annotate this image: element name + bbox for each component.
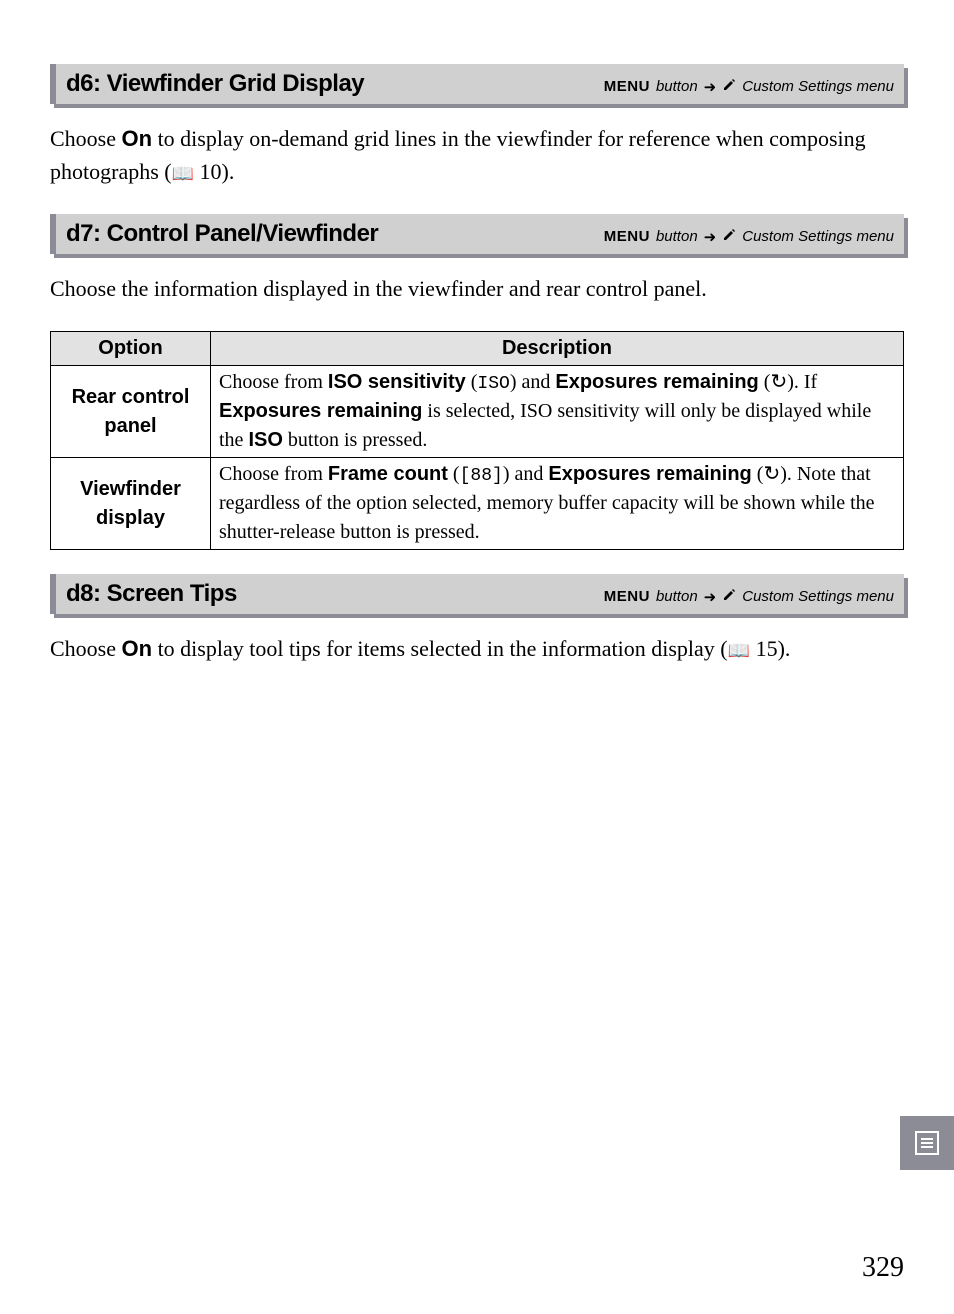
d7-body: Choose the information displayed in the …	[50, 272, 904, 305]
page-number: 329	[862, 1252, 904, 1284]
section-header-d8: d8: Screen Tips MENU button ➜ Custom Set…	[50, 574, 904, 614]
section-title: d8: Screen Tips	[66, 580, 237, 608]
book-icon: 📖	[172, 163, 194, 183]
arrow-icon: ➜	[704, 588, 717, 606]
menu-label: MENU	[604, 588, 650, 605]
section-header-d7: d7: Control Panel/Viewfinder MENU button…	[50, 214, 904, 254]
menu-name: Custom Settings menu	[742, 228, 894, 245]
arrow-icon: ➜	[704, 228, 717, 246]
menu-name: Custom Settings menu	[742, 78, 894, 95]
option-cell: Viewfinder display	[51, 458, 211, 550]
button-word: button	[656, 78, 698, 95]
button-word: button	[656, 588, 698, 605]
col-description: Description	[211, 332, 904, 366]
d8-body: Choose On to display tool tips for items…	[50, 632, 904, 665]
menu-label: MENU	[604, 228, 650, 245]
table-row: Viewfinder display Choose from Frame cou…	[51, 458, 904, 550]
breadcrumb: MENU button ➜ Custom Settings menu	[604, 78, 894, 96]
description-cell: Choose from Frame count ([88]) and Expos…	[211, 458, 904, 550]
side-tab-menu-icon	[900, 1116, 954, 1170]
options-table: Option Description Rear control panel Ch…	[50, 331, 904, 550]
manual-page: d6: Viewfinder Grid Display MENU button …	[0, 0, 954, 1314]
book-icon: 📖	[728, 641, 750, 661]
col-option: Option	[51, 332, 211, 366]
description-cell: Choose from ISO sensitivity (ISO) and Ex…	[211, 366, 904, 458]
table-header-row: Option Description	[51, 332, 904, 366]
section-title: d7: Control Panel/Viewfinder	[66, 220, 378, 248]
section-header-d6: d6: Viewfinder Grid Display MENU button …	[50, 64, 904, 104]
button-word: button	[656, 228, 698, 245]
menu-label: MENU	[604, 78, 650, 95]
breadcrumb: MENU button ➜ Custom Settings menu	[604, 228, 894, 246]
pencil-icon	[722, 228, 736, 246]
menu-name: Custom Settings menu	[742, 588, 894, 605]
arrow-icon: ➜	[704, 78, 717, 96]
table-row: Rear control panel Choose from ISO sensi…	[51, 366, 904, 458]
d6-body: Choose On to display on-demand grid line…	[50, 122, 904, 188]
option-cell: Rear control panel	[51, 366, 211, 458]
pencil-icon	[722, 78, 736, 96]
breadcrumb: MENU button ➜ Custom Settings menu	[604, 588, 894, 606]
pencil-icon	[722, 588, 736, 606]
section-title: d6: Viewfinder Grid Display	[66, 70, 364, 98]
